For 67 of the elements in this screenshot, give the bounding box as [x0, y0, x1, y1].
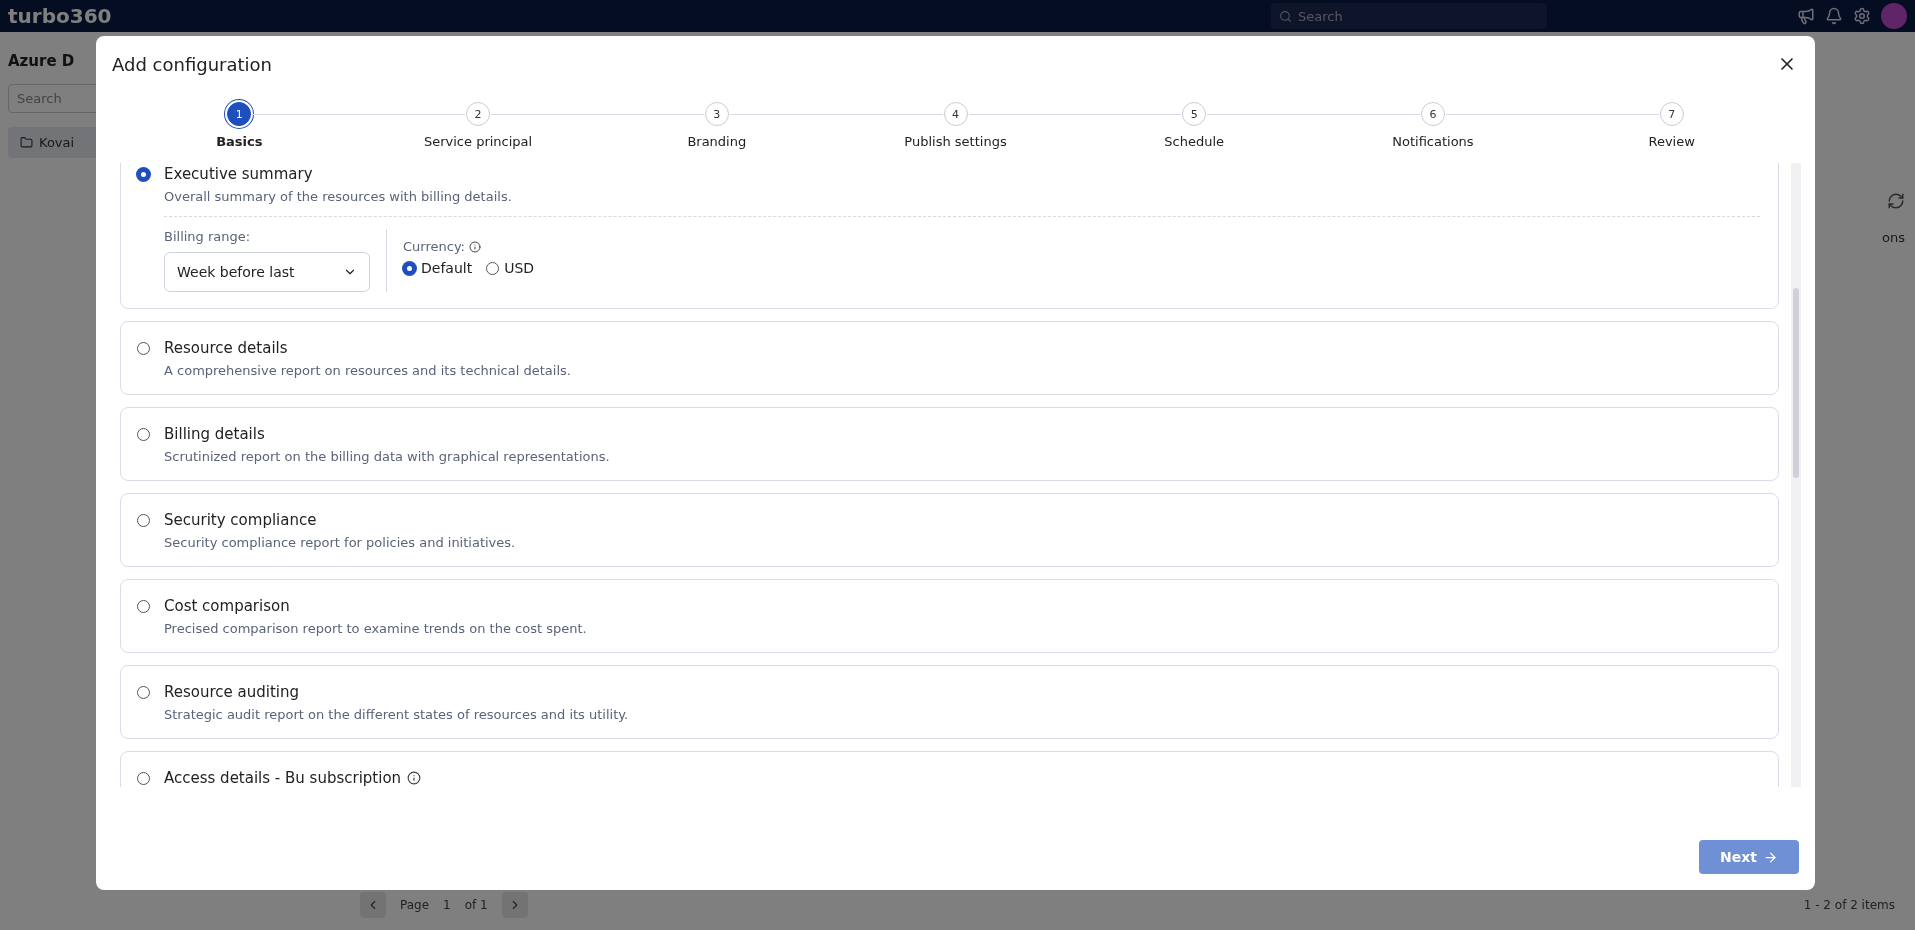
radio-button[interactable]	[137, 514, 150, 527]
report-option-card[interactable]: Security compliance Security compliance report for policies and initiatives.	[120, 493, 1779, 567]
report-title: Security compliance	[164, 511, 317, 529]
step-number[interactable]: 7	[1659, 102, 1684, 126]
arrow-right-icon	[1762, 849, 1778, 865]
report-title: Resource auditing	[164, 683, 300, 701]
step-label: Schedule	[1164, 134, 1225, 149]
brand-name: turbo360	[8, 4, 112, 28]
report-description: Strategic audit report on the different states of resources and its utility.	[164, 707, 630, 722]
settings-icon[interactable]	[1853, 7, 1871, 25]
report-option-card[interactable]: Resource auditing Strategic audit report on the different states of resources and its utility.	[120, 665, 1779, 739]
step-label: Publish settings	[904, 134, 1007, 149]
scrollbar[interactable]	[1791, 163, 1801, 787]
step-label: Service principal	[423, 134, 533, 149]
refresh-icon[interactable]	[1887, 192, 1905, 210]
radio-button[interactable]	[486, 261, 500, 275]
report-option-card[interactable]: Resource details A comprehensive report on resources and its technical details.	[120, 321, 1779, 395]
page-count: of 1	[464, 898, 488, 912]
step-label: Review	[1648, 134, 1695, 149]
report-option-card[interactable]: Executive summary Overall summary of the resources with billing details. Billing range: Week before last Currency: Default USD	[120, 163, 1779, 309]
currency-option[interactable]: USD	[486, 260, 535, 276]
report-title: Cost comparison	[164, 597, 290, 615]
bell-icon[interactable]	[1825, 7, 1843, 25]
info-icon[interactable]	[407, 771, 422, 785]
report-description: Overall summary of the resources with billing details.	[164, 189, 513, 204]
step-number[interactable]: 3	[704, 102, 729, 126]
page-label: Page	[400, 898, 430, 912]
report-description: A comprehensive report on resources and its technical details.	[164, 363, 572, 378]
step-label: Notifications	[1392, 134, 1474, 149]
radio-button[interactable]	[137, 168, 150, 181]
step-number[interactable]: 5	[1182, 102, 1207, 126]
report-title: Resource details	[164, 339, 288, 357]
report-title: Access details - Bu subscription	[164, 769, 402, 787]
sidebar-title: Azure D	[8, 52, 75, 70]
dialog-title: Add configuration	[112, 53, 272, 75]
radio-button[interactable]	[137, 428, 150, 441]
billing-range-dropdown[interactable]: Week before last	[164, 252, 370, 292]
report-description: Precised comparison report to examine trends on the cost spent.	[164, 621, 588, 636]
report-description: Security compliance report for policies and initiatives.	[164, 535, 517, 550]
step-label: Branding	[687, 134, 747, 149]
sidebar-item-label: Kovai	[39, 135, 75, 150]
radio-button[interactable]	[137, 686, 150, 699]
radio-button[interactable]	[137, 600, 150, 613]
items-summary: 1 - 2 of 2 items	[1803, 898, 1895, 912]
currency-label: Currency:	[403, 239, 465, 254]
radio-button[interactable]	[137, 772, 150, 785]
column-header: ons	[1882, 230, 1905, 245]
radio-button[interactable]	[403, 261, 416, 275]
currency-option[interactable]: Default	[403, 260, 473, 276]
billing-range-label: Billing range:	[164, 229, 252, 244]
radio-button[interactable]	[137, 342, 150, 355]
step-number[interactable]: 2	[466, 102, 491, 126]
search-icon	[1279, 9, 1292, 23]
megaphone-icon[interactable]	[1797, 7, 1815, 25]
report-title: Executive summary	[164, 165, 313, 183]
report-description: Scrutinized report on the billing data with graphical representations.	[164, 449, 611, 464]
report-option-card[interactable]: Billing details Scrutinized report on the billing data with graphical representations.	[120, 407, 1779, 481]
report-option-card[interactable]: Access details - Bu subscription	[120, 751, 1779, 787]
report-option-card[interactable]: Cost comparison Precised comparison report to examine trends on the cost spent.	[120, 579, 1779, 653]
step-number[interactable]: 6	[1420, 102, 1445, 126]
page-number[interactable]: 1	[443, 898, 451, 912]
info-icon[interactable]	[469, 240, 481, 253]
step-number[interactable]: 4	[943, 102, 968, 126]
step-label: Basics	[216, 134, 263, 149]
step-number[interactable]: 1	[227, 102, 252, 126]
report-title: Billing details	[164, 425, 265, 443]
folder-icon	[20, 136, 33, 149]
